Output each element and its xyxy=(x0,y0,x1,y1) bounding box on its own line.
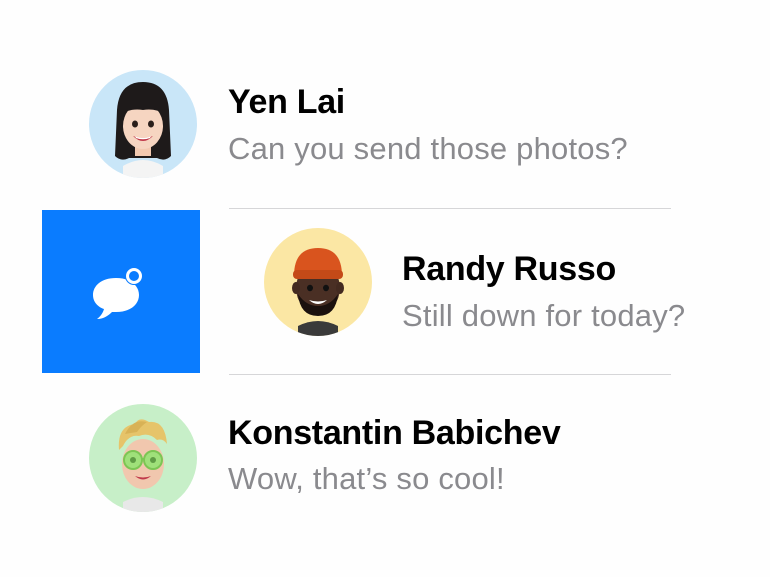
contact-name: Yen Lai xyxy=(228,83,345,121)
contact-name: Randy Russo xyxy=(402,250,616,288)
contact-name: Konstantin Babichev xyxy=(228,414,561,452)
avatar xyxy=(89,70,197,178)
divider xyxy=(229,208,671,209)
conversation-row[interactable]: Yen Lai Can you send those photos? xyxy=(0,43,770,208)
message-preview: Can you send those photos? xyxy=(228,131,628,166)
conversation-row[interactable]: Konstantin Babichev Wow, that’s so cool! xyxy=(0,377,770,542)
memoji-man-beanie-icon xyxy=(264,228,372,336)
avatar xyxy=(264,228,372,336)
avatar xyxy=(89,404,197,512)
memoji-man-sunglasses-icon xyxy=(89,404,197,512)
memoji-woman-icon xyxy=(89,70,197,178)
divider xyxy=(229,374,671,375)
message-preview: Wow, that’s so cool! xyxy=(228,461,505,496)
conversation-row[interactable]: Randy Russo Still down for today? xyxy=(0,210,770,375)
message-preview: Still down for today? xyxy=(402,298,686,333)
